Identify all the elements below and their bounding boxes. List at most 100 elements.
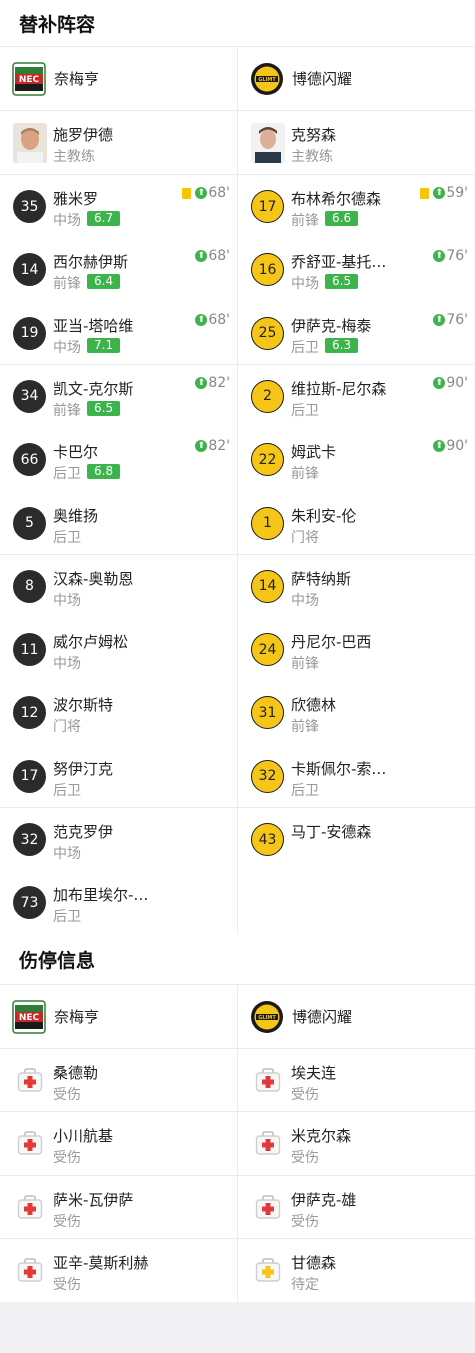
player-name: 卡斯佩尔-索… (291, 759, 387, 778)
first-aid-kit-red-icon (255, 1067, 281, 1093)
player-name: 萨特纳斯 (291, 569, 352, 588)
player-name: 加布里埃尔-… (53, 886, 149, 905)
player-name: 汉森-奥勒恩 (53, 569, 134, 588)
player-name: 维拉斯-尼尔森 (291, 379, 387, 398)
injury-row[interactable]: 甘德森 待定 (238, 1239, 475, 1302)
player-row[interactable]: 73 加布里埃尔-… 后卫 (0, 871, 237, 934)
injured-player-name: 米克尔森 (291, 1127, 352, 1146)
substitution-info: ⬆ 90' (433, 438, 468, 454)
player-row[interactable]: 34 凯文-克尔斯 前锋 6.5 ⬆ 82' (0, 365, 237, 428)
sub-in-arrow-icon: ⬆ (195, 376, 208, 389)
injury-row[interactable]: 伊萨克-雄 受伤 (238, 1176, 475, 1239)
player-row[interactable]: 66 卡巴尔 后卫 6.8 ⬆ 82' (0, 428, 237, 491)
substitution-time: 90' (446, 438, 468, 455)
substitution-info: ⬆ 59' (420, 185, 468, 201)
injury-row[interactable]: 小川航基 受伤 (0, 1112, 237, 1175)
player-row[interactable]: 2 维拉斯-尼尔森 后卫 ⬆ 90' (238, 365, 475, 428)
player-row[interactable]: 22 姆武卡 前锋 ⬆ 90' (238, 428, 475, 491)
substitution-time: 82' (208, 374, 230, 391)
player-position: 前锋 (53, 402, 81, 419)
subs-grid: NEC 奈梅亨 GLIMT 博德闪耀 施罗伊德 主教练 克努森 主教练 35 雅… (0, 46, 475, 934)
injury-row[interactable]: 萨米-瓦伊萨 受伤 (0, 1176, 237, 1239)
player-row[interactable]: 35 雅米罗 中场 6.7 ⬆ 68' (0, 175, 237, 238)
home-team-header[interactable]: NEC 奈梅亨 (12, 47, 99, 110)
player-position: 后卫 (291, 339, 319, 356)
sub-in-arrow-icon: ⬆ (433, 313, 446, 326)
sub-in-arrow-icon: ⬆ (195, 440, 208, 453)
player-name: 威尔卢姆松 (53, 633, 129, 652)
subs-section-title: 替补阵容 (19, 13, 96, 36)
jersey-number-badge: 34 (13, 379, 46, 413)
player-row[interactable]: 32 范克罗伊 中场 (0, 808, 237, 871)
player-row[interactable]: 16 乔舒亚-基托… 中场 6.5 ⬆ 76' (238, 238, 475, 301)
injury-row[interactable]: 米克尔森 受伤 (238, 1112, 475, 1175)
injury-home-team-header[interactable]: NEC 奈梅亨 (12, 985, 99, 1048)
player-name: 丹尼尔-巴西 (291, 633, 372, 652)
player-position: 后卫 (291, 782, 319, 799)
player-row[interactable]: 1 朱利安-伦 门将 (238, 492, 475, 555)
substitution-info: ⬆ 76' (433, 312, 468, 328)
first-aid-kit-red-icon (17, 1257, 43, 1283)
yellow-card-icon (182, 187, 192, 199)
substitution-time: 76' (446, 311, 468, 328)
injury-status: 受伤 (291, 1150, 319, 1167)
injury-row[interactable]: 埃夫连 受伤 (238, 1049, 475, 1112)
player-row[interactable]: 43 马丁-安德森 (238, 808, 475, 871)
injured-player-name: 桑德勒 (53, 1064, 99, 1082)
player-rating-badge: 7.1 (87, 337, 121, 353)
jersey-number-badge: 1 (251, 506, 284, 540)
player-row[interactable]: 14 萨特纳斯 中场 (238, 555, 475, 618)
injury-row[interactable]: 亚辛-莫斯利赫 受伤 (0, 1239, 237, 1302)
player-position: 后卫 (291, 402, 319, 419)
first-aid-kit-red-icon (17, 1067, 43, 1093)
sub-in-arrow-icon: ⬆ (195, 187, 208, 199)
player-row[interactable]: 31 欣德林 前锋 (238, 681, 475, 744)
home-coach-row[interactable]: 施罗伊德 主教练 (0, 111, 237, 174)
player-name: 波尔斯特 (53, 696, 114, 715)
page-footer (0, 1302, 475, 1353)
injured-player-name: 伊萨克-雄 (291, 1190, 357, 1209)
player-row[interactable]: 5 奥维扬 后卫 (0, 492, 237, 555)
player-position: 中场 (53, 592, 81, 609)
player-row[interactable]: 17 布林希尔德森 前锋 6.6 ⬆ 59' (238, 175, 475, 238)
first-aid-kit-red-icon (255, 1194, 281, 1220)
svg-text:GLIMT: GLIMT (258, 77, 276, 83)
player-position: 后卫 (53, 466, 81, 483)
player-row[interactable]: 12 波尔斯特 门将 (0, 681, 237, 744)
injury-grid: NEC 奈梅亨 GLIMT 博德闪耀 桑德勒 受伤 小川航基 受伤 萨米-瓦伊萨 受伤 亚辛… (0, 984, 475, 1302)
player-position: 中场 (291, 276, 319, 293)
player-name: 努伊汀克 (53, 759, 114, 778)
first-aid-kit-yellow-icon (255, 1257, 281, 1283)
player-position: 中场 (53, 656, 81, 673)
injury-row[interactable]: 桑德勒 受伤 (0, 1049, 237, 1112)
player-name: 布林希尔德森 (291, 190, 382, 208)
player-row[interactable]: 24 丹尼尔-巴西 前锋 (238, 618, 475, 681)
player-row[interactable]: 19 亚当-塔哈维 中场 7.1 ⬆ 68' (0, 302, 237, 365)
injured-player-name: 小川航基 (53, 1127, 114, 1146)
substitution-time: 59' (446, 185, 468, 201)
player-rating-badge: 6.3 (325, 337, 359, 353)
home-coach-role: 主教练 (53, 149, 95, 165)
player-row[interactable]: 11 威尔卢姆松 中场 (0, 618, 237, 681)
injury-status: 受伤 (291, 1087, 319, 1103)
player-rating-badge: 6.6 (325, 211, 359, 226)
player-position: 门将 (291, 529, 319, 546)
player-row[interactable]: 25 伊萨克-梅泰 后卫 6.3 ⬆ 76' (238, 302, 475, 365)
injury-status: 待定 (291, 1276, 319, 1293)
jersey-number-badge: 43 (251, 823, 284, 856)
player-row[interactable]: 32 卡斯佩尔-索… 后卫 (238, 745, 475, 808)
sub-in-arrow-icon: ⬆ (433, 187, 446, 199)
jersey-number-badge: 31 (251, 696, 284, 730)
away-coach-row[interactable]: 克努森 主教练 (238, 111, 475, 174)
player-name: 卡巴尔 (53, 443, 99, 462)
away-team-name: 博德闪耀 (292, 70, 353, 88)
player-row[interactable]: 14 西尔赫伊斯 前锋 6.4 ⬆ 68' (0, 238, 237, 301)
injury-away-team-header[interactable]: GLIMT 博德闪耀 (250, 985, 352, 1048)
substitution-info: ⬆ 82' (195, 375, 230, 391)
away-team-header[interactable]: GLIMT 博德闪耀 (250, 47, 352, 110)
bodo-glimt-logo-icon: GLIMT (251, 1000, 283, 1033)
player-row[interactable]: 8 汉森-奥勒恩 中场 (0, 555, 237, 618)
player-row[interactable]: 17 努伊汀克 后卫 (0, 745, 237, 808)
player-position: 中场 (291, 592, 319, 609)
svg-text:NEC: NEC (19, 75, 40, 85)
